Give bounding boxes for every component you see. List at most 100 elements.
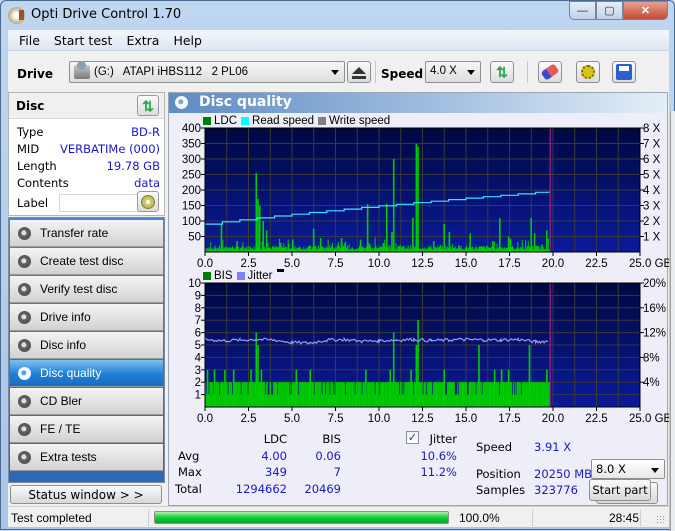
- bar-mark: [493, 241, 495, 252]
- menu-file[interactable]: File: [12, 33, 47, 48]
- bar-mark: [231, 382, 233, 407]
- refresh-button[interactable]: ⇅: [490, 61, 514, 83]
- nav-fe-te[interactable]: FE / TE: [10, 416, 163, 443]
- bar-mark: [337, 244, 339, 252]
- bar-mark: [381, 247, 383, 252]
- bar-mark: [215, 247, 217, 252]
- nav-verify-test-disc[interactable]: Verify test disc: [10, 276, 163, 303]
- x-tick-label: 25.0 GB: [629, 258, 669, 270]
- disc-quality-icon: [175, 96, 188, 109]
- status-window-button[interactable]: Status window > >: [10, 485, 162, 504]
- settings-button[interactable]: [576, 61, 600, 83]
- disc-title: Disc: [16, 99, 45, 113]
- erase-button[interactable]: [538, 61, 562, 83]
- bar-mark: [305, 248, 307, 252]
- bar-mark: [391, 382, 393, 407]
- title-bar[interactable]: Opti Drive Control 1.70 — ▢ ✕: [1, 1, 674, 29]
- eject-button[interactable]: [347, 61, 371, 83]
- bar-mark: [475, 394, 477, 407]
- bar-mark: [477, 382, 479, 407]
- bar-mark: [375, 382, 377, 407]
- x-tick-label: 2.5: [241, 413, 257, 423]
- drive-value: (G:) ATAPI iHBS112 2 PL06: [94, 66, 249, 78]
- bar-mark: [414, 382, 416, 407]
- close-button[interactable]: ✕: [623, 1, 668, 20]
- bar-mark: [348, 244, 350, 252]
- bar-mark: [521, 239, 523, 252]
- nav-disc-quality[interactable]: Disc quality: [10, 360, 163, 387]
- maximize-button[interactable]: ▢: [596, 1, 623, 20]
- menu-help[interactable]: Help: [166, 33, 209, 48]
- test-speed-select[interactable]: 8.0 X: [591, 459, 665, 479]
- nav-cd-bler[interactable]: CD Bler: [10, 388, 163, 415]
- bar-mark: [547, 238, 549, 252]
- menu-start-test[interactable]: Start test: [47, 33, 120, 48]
- bar-mark: [506, 382, 508, 407]
- erase-icon: [540, 63, 560, 81]
- y-tick-label-right: 7 X: [643, 139, 661, 151]
- bar-mark: [290, 382, 292, 407]
- bar-mark: [484, 382, 486, 407]
- bar-mark: [412, 382, 414, 407]
- bar-mark: [267, 394, 269, 407]
- bar-mark: [308, 245, 310, 252]
- bar-mark: [235, 246, 237, 252]
- bar-mark: [305, 382, 307, 407]
- bar-mark: [400, 248, 402, 252]
- y-tick-label-left: 300: [182, 154, 201, 166]
- bar-mark: [323, 247, 325, 252]
- bar-mark: [333, 248, 335, 252]
- resize-grip[interactable]: [656, 515, 666, 525]
- y-tick-label-right: 16%: [643, 303, 666, 315]
- y-tick-label-right: 20%: [643, 278, 666, 290]
- spike-bar: [499, 217, 501, 252]
- bar-mark: [365, 247, 367, 252]
- start-part-button[interactable]: Start part: [589, 479, 651, 501]
- bar-mark: [275, 247, 277, 252]
- bar-mark: [319, 382, 321, 407]
- disc-icon: [18, 450, 31, 464]
- bar-mark: [446, 382, 448, 407]
- bar-mark: [516, 382, 518, 407]
- bar-mark: [239, 248, 241, 252]
- nav-drive-info[interactable]: Drive info: [10, 304, 163, 331]
- bar-mark: [245, 382, 247, 407]
- bar-mark: [392, 382, 394, 407]
- bar-mark: [452, 244, 454, 252]
- bar-mark: [315, 246, 317, 252]
- bar-mark: [497, 248, 499, 252]
- y-tick-label-right: 4 X: [643, 185, 661, 197]
- disc-icon: [18, 366, 31, 380]
- bar-mark: [357, 382, 359, 407]
- disc-label-button[interactable]: [137, 191, 159, 212]
- bar-mark: [534, 382, 536, 407]
- bar-mark: [378, 382, 380, 407]
- bar-mark: [542, 246, 544, 252]
- nav-extra-tests[interactable]: Extra tests: [10, 444, 163, 471]
- bar-mark: [253, 382, 255, 407]
- drive-select[interactable]: (G:) ATAPI iHBS112 2 PL06: [69, 61, 345, 83]
- menu-extra[interactable]: Extra: [119, 33, 166, 48]
- bar-mark: [421, 382, 423, 407]
- save-button[interactable]: [612, 61, 636, 83]
- drive-label: Drive: [17, 67, 53, 81]
- legend-marker: [277, 268, 285, 272]
- bar-mark: [311, 382, 313, 407]
- minimize-button[interactable]: —: [569, 1, 596, 20]
- position-value: 20250 MB: [534, 467, 593, 481]
- ldc-chart: 50 100 150 200 250 300 350 400 1 X 2 X 3 X 4 X 5 X 6 …: [182, 123, 669, 270]
- disc-refresh-button[interactable]: ⇅: [137, 95, 159, 116]
- bar-mark: [439, 244, 441, 252]
- spike-bar: [262, 221, 265, 252]
- nav-disc-info[interactable]: Disc info: [10, 332, 163, 359]
- disc-icon: [18, 394, 31, 408]
- bar-mark: [405, 382, 407, 407]
- speed-select[interactable]: 4.0 X: [425, 61, 481, 83]
- disc-key: MID: [17, 142, 40, 156]
- disc-label-input[interactable]: [59, 194, 139, 212]
- bar-mark: [251, 382, 253, 407]
- bar-mark: [480, 382, 482, 407]
- client-area: File Start test Extra Help Drive (G:) AT…: [8, 30, 669, 527]
- nav-transfer-rate[interactable]: Transfer rate: [10, 220, 163, 247]
- nav-create-test-disc[interactable]: Create test disc: [10, 248, 163, 275]
